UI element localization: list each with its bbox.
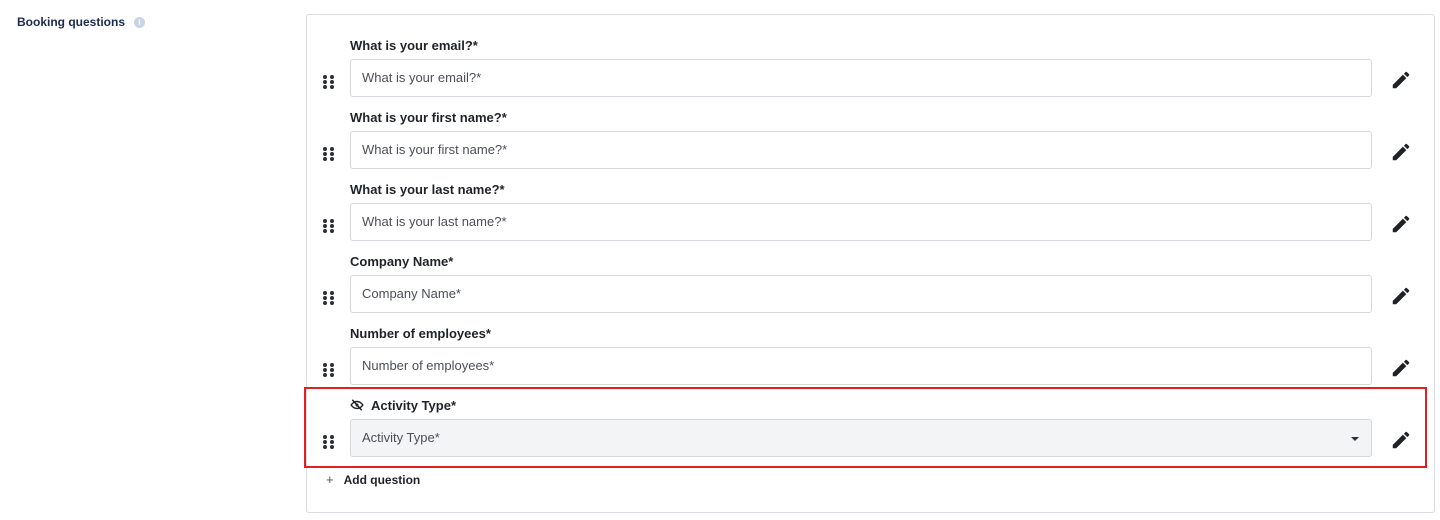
- question-label: What is your email?*: [350, 37, 478, 53]
- drag-handle-icon[interactable]: [323, 363, 334, 377]
- email-field[interactable]: What is your email?*: [350, 59, 1372, 97]
- drag-handle-icon[interactable]: [323, 147, 334, 161]
- first-name-field[interactable]: What is your first name?*: [350, 131, 1372, 169]
- highlight-box: [304, 387, 1427, 468]
- question-label: What is your last name?*: [350, 181, 505, 197]
- section-title: Booking questions: [17, 15, 125, 29]
- drag-handle-icon[interactable]: [323, 291, 334, 305]
- question-last-name: What is your last name?* What is your la…: [307, 181, 1434, 243]
- question-company-name: Company Name* Company Name*: [307, 253, 1434, 315]
- question-number-of-employees: Number of employees* Number of employees…: [307, 325, 1434, 387]
- question-first-name: What is your first name?* What is your f…: [307, 109, 1434, 171]
- edit-pencil-icon[interactable]: [1390, 141, 1412, 163]
- edit-pencil-icon[interactable]: [1390, 69, 1412, 91]
- company-name-field[interactable]: Company Name*: [350, 275, 1372, 313]
- plus-icon: +: [326, 472, 334, 487]
- question-label: Number of employees*: [350, 325, 491, 341]
- drag-handle-icon[interactable]: [323, 219, 334, 233]
- edit-pencil-icon[interactable]: [1390, 213, 1412, 235]
- add-question-button[interactable]: + Add question: [326, 472, 420, 487]
- last-name-field[interactable]: What is your last name?*: [350, 203, 1372, 241]
- question-email: What is your email?* What is your email?…: [307, 37, 1434, 99]
- edit-pencil-icon[interactable]: [1390, 357, 1412, 379]
- question-label: Company Name*: [350, 253, 454, 269]
- add-question-label: Add question: [343, 472, 421, 487]
- drag-handle-icon[interactable]: [323, 75, 334, 89]
- booking-questions-heading: Booking questions i: [17, 15, 145, 29]
- employees-field[interactable]: Number of employees*: [350, 347, 1372, 385]
- question-label: What is your first name?*: [350, 109, 507, 125]
- edit-pencil-icon[interactable]: [1390, 285, 1412, 307]
- info-icon[interactable]: i: [134, 16, 145, 28]
